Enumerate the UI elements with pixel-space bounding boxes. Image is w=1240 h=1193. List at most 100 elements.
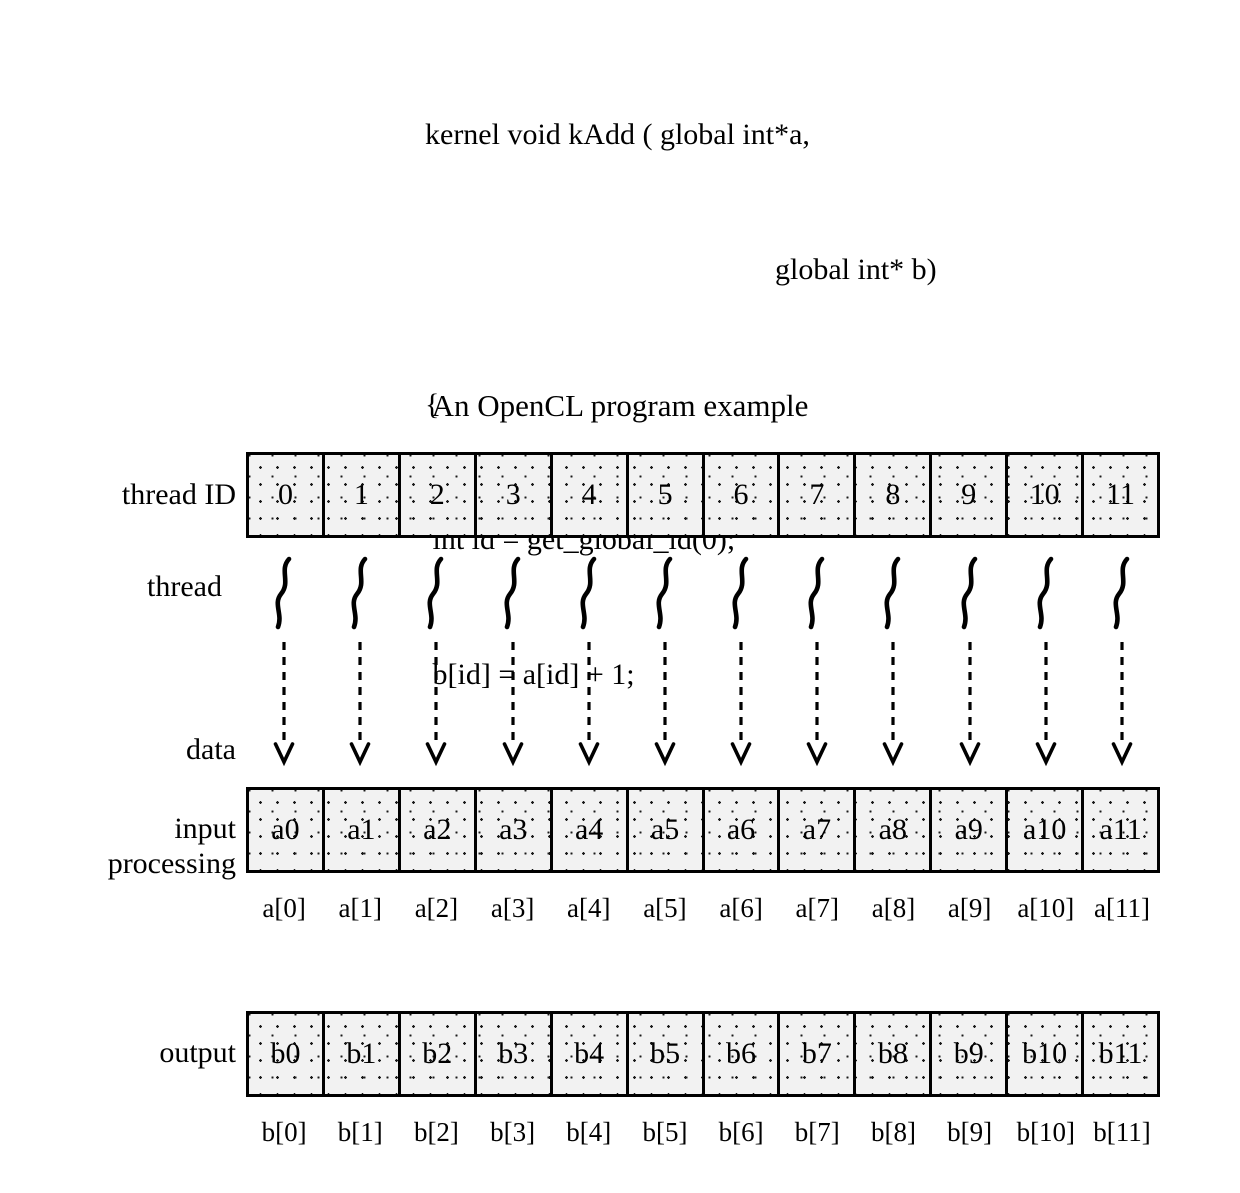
array-cell: b6	[705, 1014, 781, 1094]
array-cell: a4	[553, 790, 629, 870]
array-cell: a10	[1008, 790, 1085, 870]
array-cell: 5	[629, 455, 705, 535]
dashed-down-arrow-icon	[322, 640, 398, 775]
array-index-label: b[1]	[337, 1117, 383, 1147]
array-cell-label: a11	[1099, 813, 1142, 846]
array-cell: 9	[932, 455, 1009, 535]
array-cell: 11	[1084, 455, 1157, 535]
thread-squiggle-icon	[246, 556, 322, 636]
dashed-down-arrow-icon	[779, 640, 855, 775]
array-cell: a7	[780, 790, 857, 870]
array-cell-label: a3	[499, 813, 528, 846]
output-index-labels: b[0] b[1] b[2] b[3] b[4] b[5] b[6] b[7] b[8] b[9]…	[246, 1117, 1160, 1148]
output-array: b0 b1 b2 b3 b4 b5 b6 b7 b8 b9 b10 b11	[246, 1011, 1160, 1097]
thread-id-array: 0 1 2 3 4 5 6 7 8 9 10 11	[246, 452, 1160, 538]
array-index-label: a[1]	[338, 893, 382, 923]
array-cell-label: b7	[801, 1037, 832, 1070]
array-cell: b11	[1084, 1014, 1157, 1094]
input-index-labels: a[0] a[1] a[2] a[3] a[4] a[5] a[6] a[7] a[8] a[9]…	[246, 893, 1160, 924]
array-cell-label: b8	[877, 1037, 908, 1070]
array-cell-label: 6	[733, 478, 749, 511]
array-cell: a8	[856, 790, 933, 870]
array-cell-label: 1	[353, 478, 369, 511]
array-cell-label: 11	[1106, 478, 1136, 511]
array-cell-label: a9	[954, 813, 983, 846]
array-index-label: a[3]	[490, 893, 535, 923]
dashed-down-arrow-icon	[627, 640, 703, 775]
array-index-label: b[7]	[794, 1117, 840, 1147]
array-cell-label: a8	[878, 813, 907, 846]
array-index-label: a[5]	[643, 893, 687, 923]
array-cell: a0	[249, 790, 325, 870]
array-cell-label: a0	[271, 813, 300, 846]
array-index-label: b[2]	[413, 1117, 459, 1147]
array-cell-label: 2	[429, 478, 445, 511]
label-output: output	[159, 1036, 236, 1069]
thread-squiggle-icon	[855, 556, 931, 636]
array-cell: 3	[477, 455, 553, 535]
array-cell-label: b0	[270, 1037, 301, 1070]
array-cell-label: 4	[581, 478, 597, 511]
array-cell: b4	[553, 1014, 629, 1094]
thread-squiggle-icon	[703, 556, 779, 636]
array-cell-label: 9	[961, 478, 977, 511]
array-cell: b8	[856, 1014, 933, 1094]
label-thread: thread	[147, 570, 222, 603]
array-index-label: a[9]	[947, 893, 992, 923]
array-cell: b10	[1008, 1014, 1085, 1094]
array-cell-label: 3	[505, 478, 521, 511]
array-cell: 10	[1008, 455, 1085, 535]
dashed-down-arrow-icon	[1084, 640, 1160, 775]
array-cell-label: b9	[953, 1037, 984, 1070]
array-index-label: b[5]	[642, 1117, 688, 1147]
array-cell: 8	[856, 455, 933, 535]
thread-squiggle-icon	[398, 556, 474, 636]
array-cell: a11	[1084, 790, 1157, 870]
array-index-label: a[11]	[1093, 893, 1150, 923]
array-index-label: a[10]	[1017, 893, 1075, 923]
dashed-down-arrow-icon	[246, 640, 322, 775]
array-cell: 1	[325, 455, 401, 535]
array-cell-label: b5	[650, 1037, 681, 1070]
dashed-down-arrow-icon	[551, 640, 627, 775]
data-processing-arrow-row	[246, 640, 1160, 775]
array-cell-label: 5	[657, 478, 673, 511]
label-input: input	[174, 812, 236, 845]
array-index-label: a[0]	[262, 893, 306, 923]
array-index-label: b[11]	[1093, 1117, 1151, 1147]
array-index-label: b[8]	[870, 1117, 916, 1147]
thread-squiggle-row	[246, 556, 1160, 636]
label-data-processing: data processing	[20, 655, 236, 959]
array-cell-label: 0	[277, 478, 293, 511]
array-cell-label: b3	[498, 1037, 529, 1070]
dashed-down-arrow-icon	[932, 640, 1008, 775]
array-cell-label: a4	[574, 813, 604, 846]
array-cell: b3	[477, 1014, 553, 1094]
array-cell: b9	[932, 1014, 1009, 1094]
dashed-down-arrow-icon	[855, 640, 931, 775]
array-cell-label: 7	[809, 478, 825, 511]
array-cell: 4	[553, 455, 629, 535]
array-cell-label: b1	[346, 1037, 377, 1070]
array-cell-label: 10	[1029, 478, 1060, 511]
array-cell-label: a6	[726, 813, 756, 846]
array-cell: a9	[932, 790, 1009, 870]
array-cell: a1	[325, 790, 401, 870]
array-index-label: a[2]	[414, 893, 459, 923]
thread-squiggle-icon	[627, 556, 703, 636]
thread-squiggle-icon	[1008, 556, 1084, 636]
array-cell: 7	[780, 455, 857, 535]
array-index-label: a[7]	[795, 893, 840, 923]
dashed-down-arrow-icon	[1008, 640, 1084, 775]
array-index-label: a[4]	[567, 893, 611, 923]
array-index-label: b[3]	[490, 1117, 536, 1147]
array-cell-label: b2	[422, 1037, 453, 1070]
dashed-down-arrow-icon	[398, 640, 474, 775]
array-cell: 0	[249, 455, 325, 535]
array-cell-label: b6	[725, 1037, 756, 1070]
array-cell-label: b4	[574, 1037, 605, 1070]
array-index-label: a[8]	[871, 893, 916, 923]
label-data-line1: data	[186, 733, 236, 766]
array-cell-label: a5	[650, 813, 680, 846]
array-cell-label: a7	[802, 813, 832, 846]
